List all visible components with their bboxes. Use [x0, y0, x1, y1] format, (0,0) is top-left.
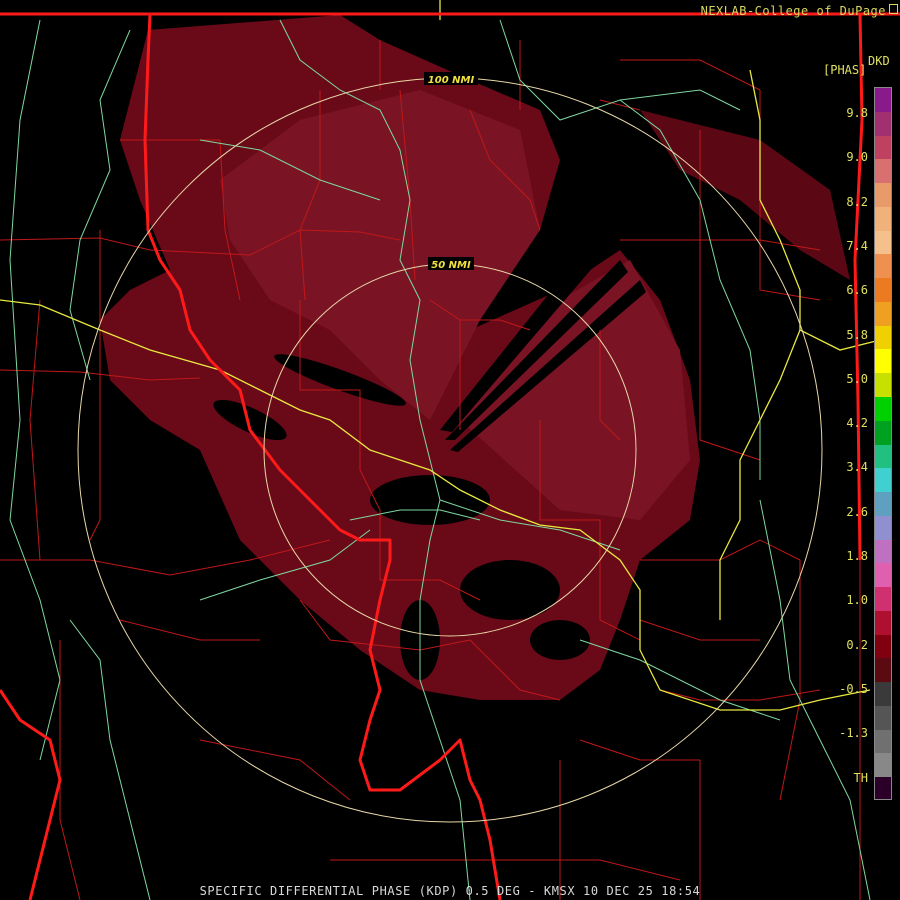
color-scale-segment	[875, 563, 891, 589]
color-scale-segment	[875, 88, 891, 113]
product-caption: SPECIFIC DIFFERENTIAL PHASE (KDP) 0.5 DE…	[199, 884, 701, 898]
color-scale-tick-label: TH	[853, 770, 868, 785]
color-scale-tick-label: 0.2	[846, 637, 868, 652]
color-scale-segment	[875, 468, 891, 494]
color-scale-segment	[875, 515, 891, 541]
color-scale-tick-label: 2.6	[846, 504, 868, 519]
radar-map: 100 NMI 50 NMI	[0, 0, 900, 900]
credit-text: NEXLAB-College of DuPage	[700, 4, 886, 18]
range-label-50: 50 NMI	[431, 260, 471, 271]
color-scale-tick-label: 5.0	[846, 371, 868, 386]
color-scale-segment	[875, 278, 891, 303]
color-scale-tick-label: 4.2	[846, 416, 868, 431]
color-scale-segment	[875, 254, 891, 280]
color-scale-tick-label: 5.8	[846, 327, 868, 342]
color-scale-tick-label: 1.8	[846, 549, 868, 563]
color-scale-segment	[875, 206, 891, 232]
color-scale-segment	[875, 325, 891, 351]
color-scale-segment	[875, 444, 891, 470]
range-label-100: 100 NMI	[428, 75, 475, 86]
product-unit: [PHAS]	[823, 63, 867, 77]
color-scale-segment	[875, 492, 891, 517]
product-code: DKD	[868, 54, 890, 68]
color-scale-segment	[875, 753, 891, 779]
color-scale-tick-label: 1.0	[846, 593, 868, 608]
color-scale-segment	[875, 373, 891, 398]
color-scale-segment	[875, 610, 891, 636]
color-scale-segment	[875, 135, 891, 161]
color-scale-segment	[875, 396, 891, 422]
color-scale-tick-label: -0.5	[839, 681, 868, 696]
color-scale-segment	[875, 349, 891, 375]
color-scale-tick-label: -1.3	[839, 726, 868, 741]
color-scale-segment	[875, 183, 891, 208]
color-scale-tick-label: 8.2	[846, 194, 868, 209]
color-scale-segment	[875, 420, 891, 446]
external-link-icon[interactable]	[889, 4, 898, 14]
color-scale-segment	[875, 658, 891, 684]
color-scale-tick-label: 3.4	[846, 460, 868, 475]
color-scale-segment	[875, 587, 891, 612]
color-scale-tick-label: 9.0	[846, 150, 868, 165]
color-scale-tick-label: 7.4	[846, 238, 868, 253]
color-scale-segment	[875, 634, 891, 660]
color-scale-segment	[875, 301, 891, 327]
color-scale-segment	[875, 159, 891, 185]
color-scale-segment	[875, 729, 891, 755]
color-scale-bar	[874, 87, 892, 800]
color-scale-segment	[875, 111, 891, 137]
color-scale-segment	[875, 230, 891, 256]
color-scale-segment	[875, 777, 891, 799]
color-scale-segment	[875, 539, 891, 565]
color-scale-segment	[875, 705, 891, 731]
color-scale-segment	[875, 682, 891, 707]
color-scale-tick-label: 9.8	[846, 106, 868, 120]
color-scale-tick-label: 6.6	[846, 283, 868, 298]
radar-screen: 100 NMI 50 NMI NEXLAB-College of DuPage …	[0, 0, 900, 900]
